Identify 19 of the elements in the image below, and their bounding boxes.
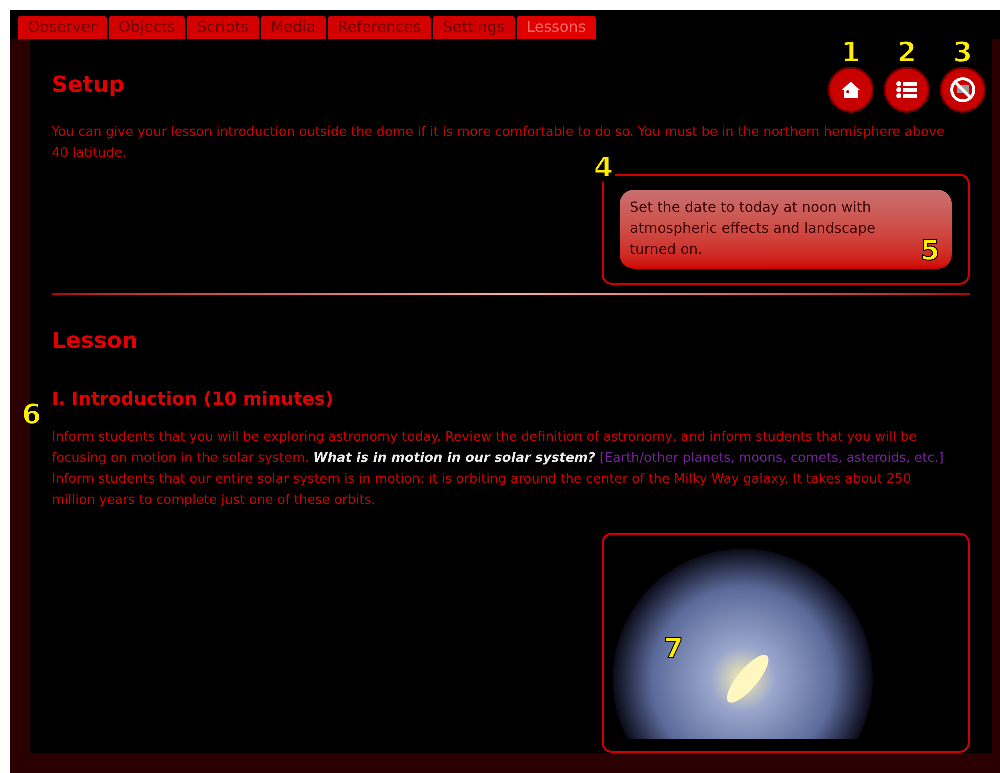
list-button[interactable] (884, 66, 930, 112)
home-icon (841, 80, 861, 98)
lesson-paragraph: Inform students that you will be exploring astronomy today. Review the definition of astronomy, and inform students that you will be focusing on motion in the solar system. What is in motion in our solar system? [Earth/other planets, moons, comets, asteroids, etc.] Inform students that our entire solar system is in motion: it is orbiting around the center of the Milky Way galaxy. It takes about 250 million years to complete just one of these orbits. (52, 428, 945, 510)
hide-button[interactable] (940, 66, 986, 112)
tab[interactable]: Scripts (187, 16, 259, 38)
list-icon (896, 80, 918, 98)
tab[interactable]: References (328, 16, 432, 38)
tab[interactable]: Settings (433, 16, 515, 38)
tab[interactable]: Media (260, 16, 326, 38)
prohibited-icon (949, 76, 977, 104)
subsection-heading: I. Introduction (10 minutes) (52, 388, 334, 412)
section-heading: Setup (52, 72, 125, 100)
tab[interactable]: Objects (108, 16, 186, 38)
callout-number: 7 (664, 634, 684, 662)
section-heading: Lesson (52, 328, 138, 356)
tab[interactable]: Lessons (516, 16, 596, 38)
home-button[interactable] (828, 66, 874, 112)
callout-number: 5 (920, 236, 940, 264)
tab[interactable]: Observer (18, 16, 107, 38)
